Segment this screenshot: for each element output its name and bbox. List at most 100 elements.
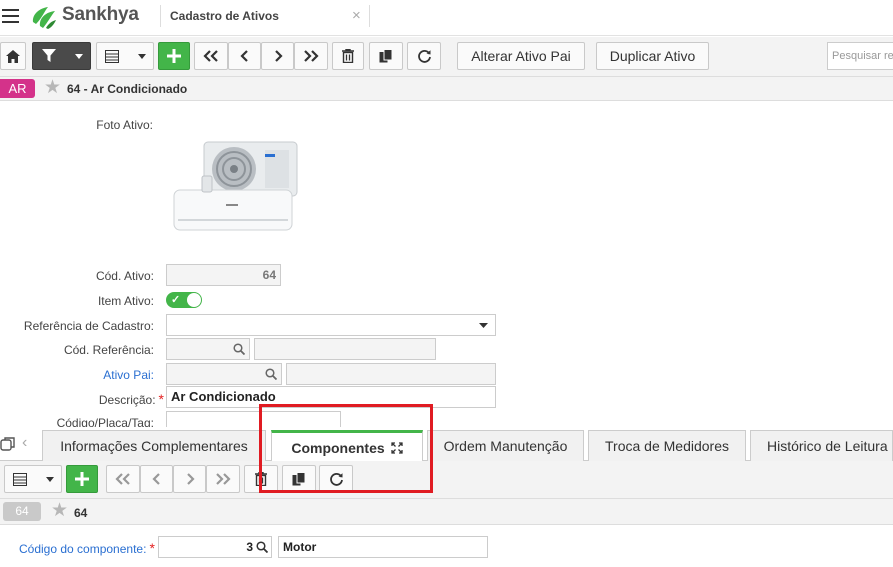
screen-tab-title[interactable]: Cadastro de Ativos: [170, 9, 279, 23]
referencia-cadastro-select[interactable]: [166, 314, 496, 336]
sub-grid-view-button[interactable]: [4, 465, 62, 493]
hamburger-menu-icon[interactable]: [2, 9, 19, 23]
sub-previous-record-button[interactable]: [140, 465, 173, 493]
caret-down-icon: [46, 477, 54, 482]
asset-photo[interactable]: [170, 132, 310, 237]
codigo-componente-value: 3: [246, 540, 253, 554]
tab-componentes[interactable]: Componentes: [271, 430, 423, 462]
caret-down-icon: [479, 323, 488, 328]
chevron-right-icon: [186, 473, 195, 485]
descricao-field[interactable]: Ar Condicionado: [166, 386, 496, 408]
double-chevron-left-icon: [115, 473, 130, 485]
ativo-pai-field[interactable]: [166, 363, 282, 385]
add-button[interactable]: [158, 42, 190, 70]
duplicar-ativo-button[interactable]: Duplicar Ativo: [596, 42, 709, 70]
cod-referencia-field[interactable]: [166, 338, 250, 360]
copy-icon: [379, 49, 393, 63]
expand-icon[interactable]: [391, 441, 403, 454]
app-header: Sankhya Cadastro de Ativos ×: [0, 0, 893, 36]
grid-icon: [105, 49, 119, 63]
record-bar: AR ★ 64 - Ar Condicionado: [0, 77, 893, 101]
tab-ordem-manutencao[interactable]: Ordem Manutenção: [427, 430, 584, 461]
grid-icon: [13, 472, 27, 486]
trash-icon: [255, 472, 267, 486]
tab-informacoes-complementares[interactable]: Informações Complementares: [42, 430, 266, 461]
home-button[interactable]: [0, 42, 26, 70]
chevron-left-icon[interactable]: ‹: [22, 434, 27, 452]
codigo-componente-label[interactable]: Código do componente: *: [19, 540, 155, 556]
double-chevron-left-icon: [203, 50, 218, 62]
ativo-pai-label[interactable]: Ativo Pai:: [4, 368, 154, 382]
last-record-button[interactable]: [294, 42, 328, 70]
sub-add-button[interactable]: [66, 465, 98, 493]
check-icon: ✓: [171, 294, 181, 306]
sub-next-record-button[interactable]: [173, 465, 206, 493]
sub-last-record-button[interactable]: [206, 465, 240, 493]
tab-troca-de-medidores[interactable]: Troca de Medidores: [588, 430, 746, 461]
main-toolbar: Alterar Ativo Pai Duplicar Ativo Pesquis…: [0, 37, 893, 77]
required-mark: *: [158, 391, 164, 407]
codigo-componente-label-text: Código do componente:: [19, 542, 147, 556]
refresh-icon: [329, 472, 343, 486]
sankhya-logo-icon: [32, 7, 56, 29]
grid-view-button[interactable]: [96, 42, 154, 70]
double-chevron-right-icon: [216, 473, 231, 485]
tab-componentes-label: Componentes: [291, 439, 385, 456]
required-mark: *: [149, 540, 155, 556]
referencia-cadastro-label: Referência de Cadastro:: [23, 319, 154, 333]
foto-ativo-label: Foto Ativo:: [96, 118, 153, 132]
header-divider: [369, 5, 370, 27]
filter-icon: [42, 49, 56, 62]
filter-button[interactable]: [32, 42, 91, 70]
codigo-componente-field[interactable]: 3: [158, 536, 272, 558]
home-icon: [6, 49, 20, 63]
alterar-ativo-pai-button[interactable]: Alterar Ativo Pai: [457, 42, 585, 70]
record-badge: AR: [0, 79, 35, 98]
chevron-left-icon: [151, 473, 160, 485]
search-icon[interactable]: [256, 541, 268, 553]
detach-icon[interactable]: [0, 436, 16, 452]
search-icon[interactable]: [233, 343, 245, 355]
refresh-button[interactable]: [407, 42, 441, 70]
codigo-placa-tag-field[interactable]: [166, 411, 341, 427]
cod-referencia-description: [254, 338, 436, 360]
first-record-button[interactable]: [194, 42, 228, 70]
cod-ativo-field[interactable]: 64: [166, 264, 281, 286]
sub-toolbar: [0, 461, 893, 499]
sub-refresh-button[interactable]: [319, 465, 353, 493]
refresh-icon: [417, 49, 431, 63]
star-icon[interactable]: ★: [51, 500, 68, 522]
descricao-label-text: Descrição:: [98, 393, 156, 407]
trash-icon: [342, 49, 354, 63]
next-record-button[interactable]: [261, 42, 294, 70]
copy-icon: [292, 472, 306, 486]
sub-first-record-button[interactable]: [106, 465, 140, 493]
tab-historico-de-leitura[interactable]: Histórico de Leitura: [750, 430, 893, 461]
item-ativo-toggle[interactable]: ✓: [166, 292, 202, 308]
caret-down-icon: [75, 54, 83, 59]
detail-tabs: ‹ Informações Complementares Componentes…: [0, 427, 893, 462]
descricao-label: Descrição: *: [14, 391, 164, 407]
search-icon[interactable]: [265, 368, 277, 380]
sub-record-badge: 64: [3, 502, 41, 521]
star-icon[interactable]: ★: [44, 77, 61, 99]
codigo-placa-tag-label: Código/Placa/Tag:: [56, 416, 154, 427]
header-divider: [160, 5, 161, 27]
sub-record-title: 64: [74, 506, 88, 520]
search-input[interactable]: Pesquisar re: [827, 42, 893, 70]
caret-down-icon: [138, 54, 146, 59]
brand-name: Sankhya: [62, 4, 139, 25]
ativo-pai-description: [286, 363, 496, 385]
record-title: 64 - Ar Condicionado: [67, 82, 188, 96]
close-tab-icon[interactable]: ×: [352, 7, 361, 24]
chevron-left-icon: [239, 50, 248, 62]
copy-button[interactable]: [369, 42, 403, 70]
delete-button[interactable]: [332, 42, 364, 70]
sub-delete-button[interactable]: [244, 465, 278, 493]
sub-copy-button[interactable]: [282, 465, 316, 493]
cod-ativo-label: Cód. Ativo:: [95, 269, 154, 283]
plus-icon: [167, 49, 181, 63]
cod-referencia-label: Cód. Referência:: [63, 343, 154, 357]
previous-record-button[interactable]: [228, 42, 261, 70]
toggle-knob: [187, 293, 201, 307]
